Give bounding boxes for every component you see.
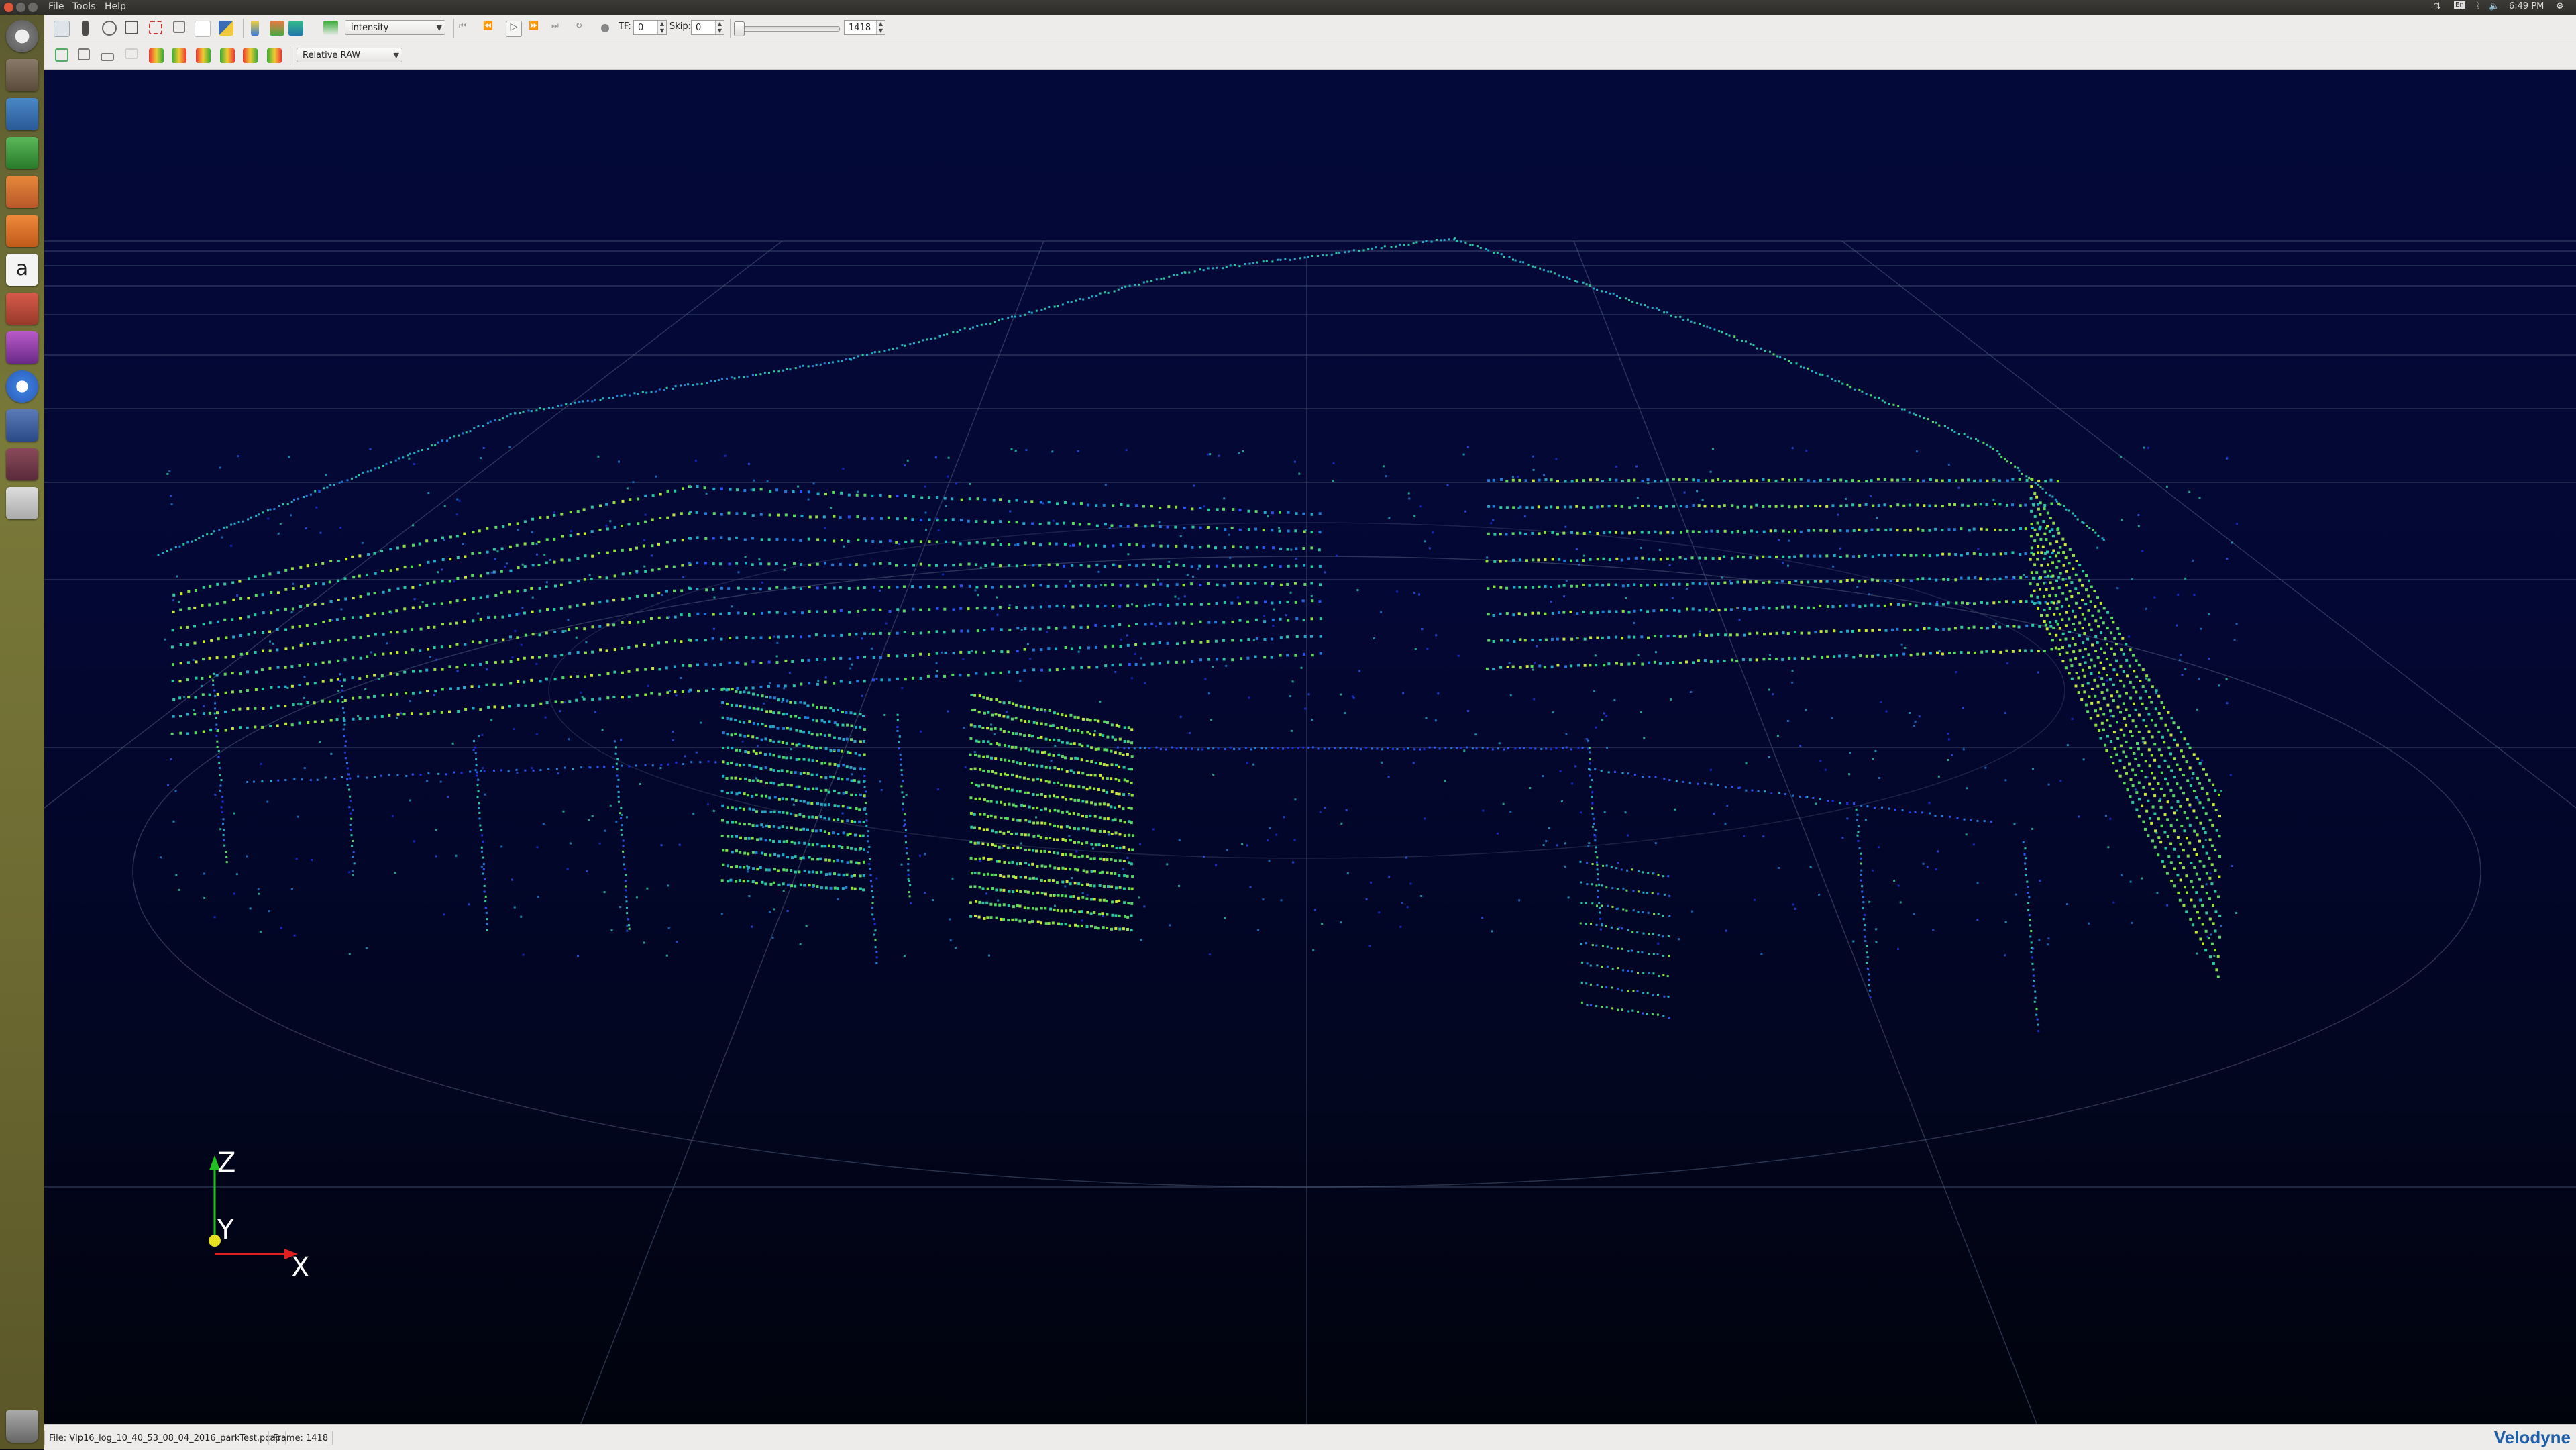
network-icon[interactable]: ⇅ [2434,1,2441,11]
lidar-points [158,237,2239,1032]
main-toolbar: intensity ▼ ⏮ ⏪ ▷ ⏩ ⏭ ↻ TF: 0 ▲▼ Skip: 0… [0,15,2576,42]
minimize-window-button[interactable] [16,3,25,12]
toolbar-separator [453,19,454,38]
tf-spinbox[interactable]: 0 ▲▼ [633,20,667,35]
spreadsheet-icon[interactable] [195,21,211,37]
side-view-icon[interactable] [125,48,138,59]
reset-camera-icon[interactable] [55,48,68,62]
bluetooth-icon[interactable]: ᛒ [2475,1,2481,11]
chromium-icon[interactable] [6,370,38,403]
view-minus-x-icon[interactable] [172,48,186,63]
view-plus-y-icon[interactable] [196,48,211,63]
last-frame-icon[interactable]: ⏭ [551,21,566,36]
writer-icon[interactable] [6,98,38,130]
axis-label-y: Y [217,1214,234,1245]
color-legend-icon[interactable] [251,21,259,36]
python-icon[interactable] [219,21,233,36]
point-cloud-canvas[interactable]: Z Y X [44,70,2576,1424]
sensor-stream-icon[interactable] [82,21,89,36]
keyboard-layout-indicator[interactable]: En [2454,1,2465,9]
calc-icon[interactable] [6,137,38,169]
previous-frame-icon[interactable]: ⏪ [483,21,498,36]
maximize-window-button[interactable] [28,3,38,12]
status-bar: File: Vlp16_log_10_40_53_08_04_2016_park… [44,1424,2576,1450]
select-points-icon[interactable] [149,21,162,34]
skip-spinbox[interactable]: 0 ▲▼ [691,20,724,35]
software-center-icon[interactable] [6,215,38,247]
spin-arrows-icon[interactable]: ▲▼ [876,21,885,34]
frame-value: 1418 [849,23,871,33]
measure-icon[interactable] [102,21,117,36]
rescale-icon[interactable] [323,21,338,36]
toolbar-separator [730,19,731,38]
impress-icon[interactable] [6,176,38,208]
color-by-value: intensity [351,23,388,33]
top-view-icon[interactable] [101,53,114,61]
menu-tools[interactable]: Tools [72,1,96,12]
interpretation-mode-value: Relative RAW [303,50,360,60]
record-icon[interactable] [601,24,609,32]
ortho-view-icon[interactable] [78,48,90,60]
system-settings-icon[interactable] [6,293,38,325]
open-file-icon[interactable] [54,21,70,37]
velodyne-logo: Velodyne [2494,1427,2571,1448]
interpretation-mode-dropdown[interactable]: Relative RAW ▼ [297,48,402,62]
media-icon[interactable] [6,331,38,364]
chevron-down-icon: ▼ [437,21,442,36]
dash-icon[interactable] [6,20,38,52]
render-view[interactable]: Z Y X [44,70,2576,1424]
spin-arrows-icon[interactable]: ▲▼ [715,21,724,34]
frame-slider-handle[interactable] [734,21,745,36]
trash-icon[interactable] [6,1410,38,1443]
crop-icon[interactable] [125,21,138,34]
unity-launcher: a [0,15,44,1449]
volume-icon[interactable]: 🔈 [2489,1,2500,11]
layers-icon[interactable] [288,21,303,36]
grid-icon[interactable] [173,21,185,33]
app-icon[interactable] [6,409,38,442]
view-plus-z-icon[interactable] [243,48,258,63]
view-plus-x-icon[interactable] [149,48,164,63]
status-file: File: Vlp16_log_10_40_53_08_04_2016_park… [44,1431,286,1445]
edit-colormap-icon[interactable] [270,21,284,36]
menu-help[interactable]: Help [105,1,126,12]
top-menu-bar: File Tools Help ⇅ En ᛒ 🔈 6:49 PM ⚙ [0,0,2576,15]
view-minus-y-icon[interactable] [220,48,235,63]
disk-icon[interactable] [6,487,38,519]
frame-slider-track[interactable] [734,26,840,32]
menu-file[interactable]: File [48,1,64,12]
ground-grid [44,241,2576,1424]
color-by-dropdown[interactable]: intensity ▼ [345,20,445,35]
status-frame: Frame: 1418 [268,1431,333,1445]
axis-label-x: X [291,1252,309,1283]
gear-icon[interactable]: ⚙ [2556,1,2564,11]
tf-label: TF: [619,21,631,32]
view-minus-z-icon[interactable] [267,48,282,63]
orientation-axes: Z Y X [209,1147,309,1283]
toolbar-separator [243,19,244,38]
first-frame-icon[interactable]: ⏮ [459,21,474,36]
frame-spinbox[interactable]: 1418 ▲▼ [844,20,885,35]
play-icon[interactable]: ▷ [506,21,522,37]
files-icon[interactable] [6,59,38,91]
clock[interactable]: 6:49 PM [2509,1,2544,11]
close-window-button[interactable] [4,3,13,12]
loop-icon[interactable]: ↻ [576,21,590,36]
next-frame-icon[interactable]: ⏩ [529,21,543,36]
skip-value: 0 [696,23,701,33]
skip-label: Skip: [669,21,691,32]
amazon-icon[interactable]: a [6,254,38,286]
chevron-down-icon: ▼ [394,48,399,63]
spin-arrows-icon[interactable]: ▲▼ [657,21,666,34]
tf-value: 0 [638,23,643,33]
view-toolbar: Relative RAW ▼ [0,42,2576,70]
app-icon-2[interactable] [6,448,38,480]
axis-label-z: Z [217,1147,235,1178]
